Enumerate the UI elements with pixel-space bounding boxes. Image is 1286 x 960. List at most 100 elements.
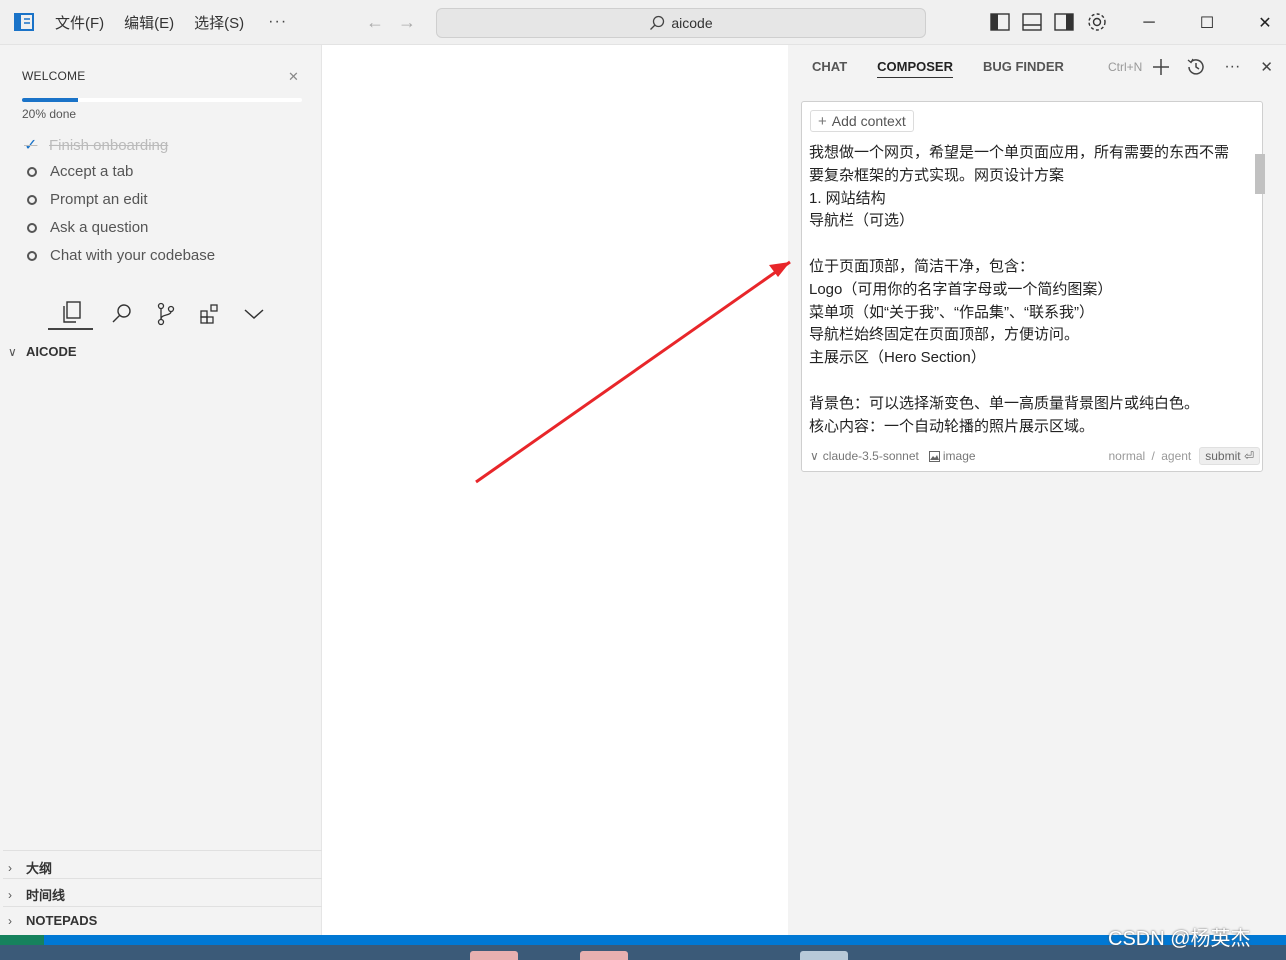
timeline-label: 时间线 [26, 888, 66, 903]
composer-toolbar: ∨ claude-3.5-sonnet image normal / agent… [810, 446, 1260, 466]
prompt-line: 我想做一个网页，希望是一个单页面应用，所有需要的东西不需 [809, 144, 1230, 161]
plus-icon: + [818, 112, 827, 130]
prompt-line: 位于页面顶部，简洁干净，包含： [809, 257, 1035, 275]
task-chat-codebase[interactable]: Chat with your codebase [24, 247, 215, 264]
settings-gear-icon[interactable] [1086, 11, 1108, 33]
timeline-section-header[interactable]: › 时间线 [8, 885, 65, 904]
outline-label: 大纲 [26, 861, 53, 876]
image-label: image [942, 449, 976, 463]
history-icon[interactable] [1186, 57, 1206, 77]
tab-composer[interactable]: COMPOSER [877, 59, 953, 78]
chevron-right-icon: › [8, 913, 12, 928]
circle-icon [27, 166, 37, 177]
prompt-line: 核心内容：一个自动轮播的照片展示区域。 [809, 417, 1095, 435]
prompt-line: 要复杂框架的方式实现。网页设计方案 [809, 166, 1065, 184]
menu-selection[interactable]: 选择(S) [194, 12, 244, 33]
extensions-icon[interactable] [195, 298, 225, 330]
prompt-line: 背景色：可以选择渐变色、单一高质量背景图片或纯白色。 [809, 394, 1200, 412]
search-icon[interactable] [107, 298, 137, 330]
chevron-right-icon: › [8, 860, 12, 875]
toggle-panel-icon[interactable] [1022, 13, 1042, 31]
prompt-line: 1. 网站结构 [809, 189, 886, 207]
tab-chat[interactable]: CHAT [812, 59, 847, 78]
model-selector[interactable]: ∨ claude-3.5-sonnet [810, 449, 919, 463]
remote-indicator[interactable] [0, 935, 44, 945]
circle-icon [27, 250, 37, 261]
close-panel-icon[interactable]: ✕ [1260, 58, 1273, 76]
minimize-button[interactable]: ─ [1120, 0, 1178, 45]
back-arrow-icon[interactable]: ← [366, 12, 384, 33]
welcome-title: WELCOME [22, 69, 86, 83]
command-center-search[interactable]: aicode [436, 8, 926, 38]
chevron-right-icon: › [8, 887, 12, 902]
prompt-line: 菜单项（如“关于我”、“作品集”、“联系我”） [809, 303, 1094, 321]
mode-agent[interactable]: agent [1161, 449, 1191, 463]
title-bar: 文件(F) 编辑(E) 选择(S) ··· ← → aicode ─ ☐ ✕ [0, 0, 1286, 45]
task-prompt-edit[interactable]: Prompt an edit [24, 191, 148, 208]
task-finish-onboarding[interactable]: ✓ Finish onboarding [24, 135, 168, 155]
outline-section-header[interactable]: › 大纲 [8, 858, 52, 877]
prompt-line: 主展示区（Hero Section） [809, 349, 986, 367]
welcome-close-icon[interactable]: ✕ [288, 69, 299, 85]
workspace-section-header[interactable]: ∨ AICODE [8, 344, 77, 359]
toggle-secondary-sidebar-icon[interactable] [1054, 13, 1074, 31]
checkmark-icon: ✓ [24, 137, 38, 154]
enter-icon: ⏎ [1243, 449, 1254, 463]
editor-area[interactable] [322, 45, 788, 935]
app-window: 文件(F) 编辑(E) 选择(S) ··· ← → aicode ─ ☐ ✕ W… [0, 0, 1286, 960]
explorer-files-icon[interactable] [48, 298, 93, 330]
activity-bar [48, 298, 269, 330]
app-logo-icon[interactable] [13, 11, 35, 33]
model-name: claude-3.5-sonnet [822, 449, 919, 463]
prompt-line: Logo（可用你的名字首字母或一个简约图案） [809, 280, 1113, 298]
search-icon [650, 15, 665, 30]
mode-toggle[interactable]: normal / agent [1109, 449, 1192, 463]
task-label: Accept a tab [50, 163, 134, 180]
more-actions-icon[interactable]: ··· [1224, 58, 1240, 76]
mode-normal[interactable]: normal [1109, 449, 1146, 463]
tab-bug-finder[interactable]: BUG FINDER [983, 59, 1064, 78]
chevron-down-icon[interactable] [239, 298, 269, 330]
prompt-line: 导航栏（可选） [809, 212, 915, 230]
task-label: Prompt an edit [50, 191, 148, 208]
task-accept-tab[interactable]: Accept a tab [24, 163, 133, 180]
prompt-line [809, 370, 1261, 393]
taskbar-app[interactable] [580, 951, 628, 960]
toggle-primary-sidebar-icon[interactable] [990, 13, 1010, 31]
circle-icon [27, 222, 37, 233]
image-button[interactable]: image [928, 449, 976, 463]
task-ask-question[interactable]: Ask a question [24, 219, 148, 236]
menu-more-icon[interactable]: ··· [268, 13, 287, 31]
task-label: Ask a question [50, 219, 149, 236]
onboarding-progress-fill [22, 98, 78, 102]
menu-edit[interactable]: 编辑(E) [124, 12, 174, 33]
chevron-down-icon: ∨ [8, 344, 17, 359]
plus-icon[interactable] [1152, 58, 1170, 76]
add-context-button[interactable]: + Add context [810, 110, 914, 132]
task-label: Chat with your codebase [50, 247, 216, 264]
taskbar-app[interactable] [470, 951, 518, 960]
progress-text: 20% done [22, 107, 77, 121]
notepads-section-header[interactable]: › NOTEPADS [8, 913, 97, 928]
source-control-icon[interactable] [151, 298, 181, 330]
maximize-button[interactable]: ☐ [1178, 0, 1236, 45]
composer-box[interactable]: + Add context 我想做一个网页，希望是一个单页面应用，所有需要的东西… [801, 101, 1265, 472]
onboarding-progress-bar [22, 98, 302, 102]
forward-arrow-icon[interactable]: → [398, 12, 416, 33]
taskbar-app[interactable] [800, 951, 848, 960]
chevron-down-icon: ∨ [810, 449, 819, 463]
add-context-label: Add context [831, 113, 906, 129]
submit-label: submit [1205, 449, 1241, 463]
prompt-line: 导航栏始终固定在页面顶部，方便访问。 [809, 326, 1080, 344]
prompt-scrollbar[interactable] [1255, 154, 1265, 194]
submit-button[interactable]: submit ⏎ [1199, 447, 1260, 465]
close-window-button[interactable]: ✕ [1236, 0, 1286, 45]
prompt-line [809, 233, 1261, 256]
menu-file[interactable]: 文件(F) [55, 12, 104, 33]
prompt-input[interactable]: 我想做一个网页，希望是一个单页面应用，所有需要的东西不需 要复杂框架的方式实现。网… [809, 142, 1261, 436]
new-shortcut-hint: Ctrl+N [1108, 60, 1143, 74]
status-bar [0, 935, 1286, 945]
mode-separator: / [1151, 449, 1155, 463]
watermark: CSDN @杨英杰 [1108, 928, 1251, 950]
os-taskbar [0, 945, 1286, 960]
